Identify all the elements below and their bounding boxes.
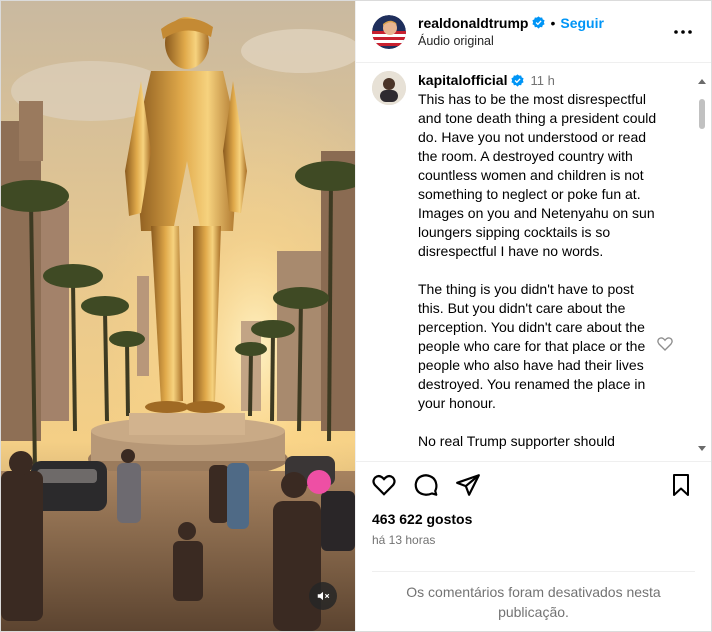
verified-badge-icon <box>532 16 546 29</box>
heart-icon <box>657 337 673 351</box>
comment-icon <box>414 473 438 496</box>
comment-paragraph: No real Trump supporter should <box>418 433 615 449</box>
scrollbar-thumb[interactable] <box>699 99 705 129</box>
bookmark-icon <box>673 473 689 496</box>
mute-toggle-button[interactable] <box>309 582 337 610</box>
comment-paragraph: This has to be the most disrespectful an… <box>418 91 657 259</box>
original-audio-link[interactable]: Áudio original <box>418 32 671 50</box>
heart-icon <box>372 474 396 496</box>
save-button[interactable] <box>667 471 695 499</box>
comment-like-button[interactable] <box>656 335 674 353</box>
flag-avatar-image <box>372 14 406 49</box>
post-side-panel: realdonaldtrump • Seguir Áudio original <box>355 1 711 631</box>
muted-speaker-icon <box>317 591 330 601</box>
comments-list[interactable]: kapitalofficial 11 h This has to be the … <box>356 63 711 461</box>
commenter-avatar[interactable] <box>372 71 406 105</box>
header-text: realdonaldtrump • Seguir Áudio original <box>418 14 671 50</box>
follow-button[interactable]: Seguir <box>560 14 604 32</box>
comments-disabled-notice: Os comentários foram desativados nesta p… <box>372 571 695 622</box>
comment-paragraph: The thing is you didn't have to post thi… <box>418 281 646 411</box>
separator-dot: • <box>550 14 556 31</box>
verified-badge-icon <box>511 74 525 87</box>
post-actions-bar <box>356 461 711 507</box>
post-header: realdonaldtrump • Seguir Áudio original <box>356 1 711 63</box>
likes-count[interactable]: 463 622 gostos <box>356 507 711 527</box>
author-username[interactable]: realdonaldtrump <box>418 14 528 32</box>
share-button[interactable] <box>454 471 482 499</box>
comment-body: kapitalofficial 11 h This has to be the … <box>418 71 658 451</box>
comment-time: 11 h <box>530 73 555 88</box>
share-icon <box>456 473 480 496</box>
more-options-icon <box>674 29 692 34</box>
author-avatar[interactable] <box>372 14 406 49</box>
commenter-avatar-image <box>372 71 406 105</box>
commenter-username[interactable]: kapitalofficial <box>418 71 507 90</box>
scroll-down-arrow-icon[interactable] <box>697 445 707 453</box>
comment-item: kapitalofficial 11 h This has to be the … <box>372 71 695 451</box>
post-media-video[interactable] <box>1 1 355 631</box>
post-timestamp[interactable]: há 13 horas <box>356 527 711 547</box>
comments-scrollbar[interactable] <box>697 77 707 453</box>
golden-statue-scene-image <box>1 1 355 631</box>
comment-button[interactable] <box>412 471 440 499</box>
more-options-button[interactable] <box>671 20 695 44</box>
scroll-up-arrow-icon[interactable] <box>697 77 707 85</box>
instagram-post: realdonaldtrump • Seguir Áudio original <box>0 0 712 632</box>
like-button[interactable] <box>370 471 398 499</box>
